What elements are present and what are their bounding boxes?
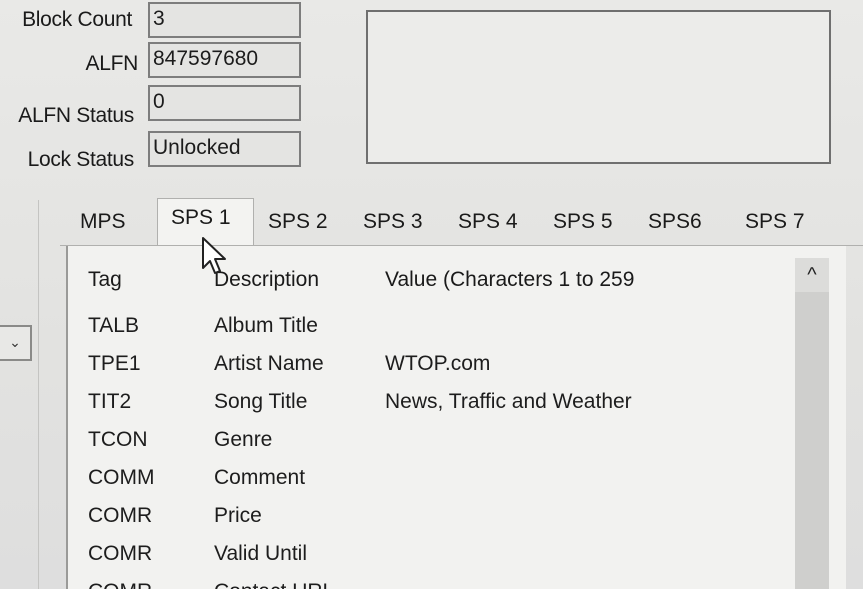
row-description: Valid Until bbox=[214, 542, 307, 565]
scroll-up-button[interactable]: ^ bbox=[795, 258, 829, 292]
row-tag: COMM bbox=[88, 466, 155, 489]
row-description: Genre bbox=[214, 428, 273, 451]
table-row[interactable]: TCON Genre bbox=[88, 428, 788, 466]
tab-sps7[interactable]: SPS 7 bbox=[745, 210, 805, 234]
row-description: Artist Name bbox=[214, 352, 324, 375]
row-description: Contact URL bbox=[214, 580, 334, 589]
row-description: Song Title bbox=[214, 390, 308, 413]
row-value: News, Traffic and Weather bbox=[385, 390, 632, 413]
tab-sps6[interactable]: SPS6 bbox=[648, 210, 702, 234]
row-tag: COMR bbox=[88, 504, 153, 527]
table-row[interactable]: TALB Album Title bbox=[88, 314, 788, 352]
row-value: WTOP.com bbox=[385, 352, 491, 375]
column-header-value[interactable]: Value (Characters 1 to 259 bbox=[385, 268, 634, 292]
block-count-label: Block Count bbox=[22, 8, 132, 31]
alfn-status-label: ALFN Status bbox=[18, 104, 134, 127]
tab-sps3[interactable]: SPS 3 bbox=[363, 210, 423, 234]
lock-status-field[interactable]: Unlocked bbox=[148, 131, 301, 167]
table-row[interactable]: COMR Price bbox=[88, 504, 788, 542]
block-count-field[interactable]: 3 bbox=[148, 2, 301, 38]
lock-status-label: Lock Status bbox=[27, 148, 135, 171]
scrollbar-thumb[interactable] bbox=[795, 292, 829, 589]
table-row[interactable]: COMR Contact URL bbox=[88, 580, 788, 589]
tab-sps2[interactable]: SPS 2 bbox=[268, 210, 328, 234]
row-tag: TCON bbox=[88, 428, 148, 451]
row-tag: TALB bbox=[88, 314, 139, 337]
tab-sps4[interactable]: SPS 4 bbox=[458, 210, 518, 234]
alfn-field[interactable]: 847597680 bbox=[148, 42, 301, 78]
table-row[interactable]: COMR Valid Until bbox=[88, 542, 788, 580]
column-header-tag[interactable]: Tag bbox=[88, 268, 122, 292]
row-tag: COMR bbox=[88, 580, 152, 589]
left-panel-divider bbox=[38, 200, 39, 589]
info-text-box[interactable] bbox=[366, 10, 831, 164]
tab-sps5[interactable]: SPS 5 bbox=[553, 210, 613, 234]
tab-mps[interactable]: MPS bbox=[80, 210, 126, 234]
row-tag: COMR bbox=[88, 542, 153, 565]
table-row[interactable]: TIT2 Song Title News, Traffic and Weathe… bbox=[88, 390, 788, 428]
table-row[interactable]: TPE1 Artist Name WTOP.com bbox=[88, 352, 788, 390]
table-row[interactable]: COMM Comment bbox=[88, 466, 788, 504]
chevron-up-icon: ^ bbox=[807, 264, 817, 286]
row-description: Price bbox=[214, 504, 262, 527]
chevron-down-icon: ⌄ bbox=[9, 334, 21, 350]
row-description: Album Title bbox=[214, 314, 318, 337]
alfn-status-field[interactable]: 0 bbox=[148, 85, 301, 121]
alfn-label: ALFN bbox=[85, 52, 139, 75]
row-tag: TIT2 bbox=[88, 390, 132, 413]
row-tag: TPE1 bbox=[88, 352, 141, 375]
dropdown-button[interactable]: ⌄ bbox=[0, 325, 32, 361]
row-description: Comment bbox=[214, 466, 306, 489]
mouse-pointer-icon bbox=[202, 237, 226, 274]
app-window: Block Count 3 ALFN 847597680 ALFN Status… bbox=[0, 0, 863, 589]
tab-sps1[interactable]: SPS 1 bbox=[171, 206, 231, 230]
